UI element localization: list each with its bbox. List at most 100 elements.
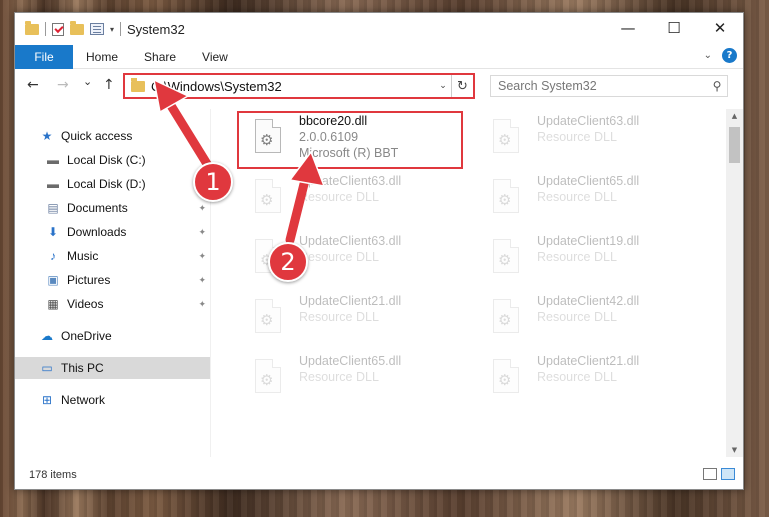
scroll-down-icon[interactable]: ▼: [726, 443, 743, 457]
file-item[interactable]: ⚙ UpdateClient21.dll Resource DLL: [251, 293, 481, 351]
folder-icon: [25, 20, 39, 35]
file-text: UpdateClient63.dll Resource DLL: [299, 173, 401, 231]
scroll-thumb[interactable]: [729, 127, 740, 163]
sidebar-item-network[interactable]: ⊞ Network: [15, 389, 210, 411]
file-item[interactable]: ⚙ UpdateClient65.dll Resource DLL: [489, 173, 719, 231]
file-name: UpdateClient63.dll: [537, 114, 640, 128]
recent-locations-button[interactable]: ⌄: [83, 75, 92, 88]
documents-icon: ▤: [47, 201, 59, 215]
sidebar-item-label: Documents: [67, 201, 128, 215]
file-item[interactable]: ⚙ UpdateClient65.dll Resource DLL: [251, 353, 481, 411]
minimize-button[interactable]: —: [605, 13, 651, 43]
sidebar-item-pictures[interactable]: ▣ Pictures ✦: [15, 269, 210, 291]
pin-icon[interactable]: ✦: [198, 275, 206, 286]
address-dropdown-icon[interactable]: ⌄: [435, 81, 451, 91]
file-item[interactable]: ⚙ UpdateClient21.dll Resource DLL: [489, 353, 719, 411]
dll-file-icon: ⚙: [489, 239, 523, 281]
tab-view[interactable]: View: [189, 45, 241, 69]
maximize-button[interactable]: ☐: [651, 13, 697, 43]
expand-ribbon-icon[interactable]: ⌄: [704, 50, 712, 61]
properties-icon[interactable]: [90, 23, 104, 35]
dll-file-icon: ⚙: [489, 359, 523, 401]
sidebar-item-quick-access[interactable]: ★ Quick access: [15, 125, 210, 147]
music-icon: ♪: [50, 249, 56, 263]
sidebar-item-music[interactable]: ♪ Music ✦: [15, 245, 210, 267]
help-icon[interactable]: ?: [722, 48, 737, 63]
step-badge-2: 2: [268, 242, 308, 282]
quick-access-toolbar: ▾: [15, 13, 122, 45]
file-item[interactable]: ⚙ UpdateClient42.dll Resource DLL: [489, 293, 719, 351]
file-detail: Resource DLL: [537, 190, 617, 204]
scroll-up-icon[interactable]: ▲: [726, 109, 743, 123]
properties-check-icon[interactable]: [52, 22, 64, 36]
file-detail: Resource DLL: [299, 190, 379, 204]
details-view-icon[interactable]: [703, 468, 717, 480]
network-icon: ⊞: [41, 393, 53, 407]
dll-file-icon: ⚙: [251, 359, 285, 401]
tiles-view-icon[interactable]: [721, 468, 735, 480]
file-item[interactable]: ⚙ UpdateClient19.dll Resource DLL: [489, 233, 719, 291]
new-folder-icon[interactable]: [70, 20, 84, 35]
file-name: UpdateClient19.dll: [537, 234, 640, 248]
tab-file[interactable]: File: [15, 44, 73, 69]
quick-access-icon: ★: [41, 129, 53, 143]
pin-icon[interactable]: ✦: [198, 203, 206, 214]
file-name: UpdateClient63.dll: [299, 174, 402, 188]
back-button[interactable]: ←: [27, 77, 39, 93]
file-item[interactable]: ⚙ UpdateClient63.dll Resource DLL: [489, 113, 719, 171]
pin-icon[interactable]: ✦: [198, 251, 206, 262]
refresh-button[interactable]: ↻: [451, 75, 473, 97]
file-text: UpdateClient65.dll Resource DLL: [299, 353, 401, 411]
address-bar[interactable]: C:\Windows\System32 ⌄ ↻: [123, 73, 475, 99]
file-name: UpdateClient65.dll: [537, 174, 640, 188]
dll-file-icon: ⚙: [251, 179, 285, 221]
sidebar-item-label: Videos: [67, 297, 104, 311]
window-controls: — ☐ ✕: [605, 13, 743, 43]
up-button[interactable]: ↑: [103, 77, 115, 93]
folder-icon: [131, 77, 145, 92]
sidebar-item-onedrive[interactable]: ☁ OneDrive: [15, 325, 210, 347]
close-button[interactable]: ✕: [697, 13, 743, 43]
local-disk-d-icon: ▬: [47, 177, 59, 191]
tab-share[interactable]: Share: [131, 45, 189, 69]
search-icon[interactable]: ⚲: [707, 79, 727, 93]
videos-icon: ▦: [47, 297, 59, 311]
sidebar-item-this-pc[interactable]: ▭ This PC: [15, 357, 210, 379]
downloads-icon: ⬇: [47, 225, 59, 239]
customize-toolbar-icon[interactable]: ▾: [110, 25, 114, 34]
file-detail: Resource DLL: [537, 250, 617, 264]
sidebar-item-documents[interactable]: ▤ Documents ✦: [15, 197, 210, 219]
dll-file-icon: ⚙: [489, 119, 523, 161]
step-badge-1: 1: [193, 162, 233, 202]
sidebar-item-local-disk-c[interactable]: ▬ Local Disk (C:) ✦: [15, 149, 210, 171]
file-detail: Resource DLL: [537, 310, 617, 324]
sidebar-item-label: Local Disk (C:): [67, 153, 146, 167]
sidebar-item-label: Local Disk (D:): [67, 177, 146, 191]
file-detail: Resource DLL: [537, 370, 617, 384]
file-text: UpdateClient19.dll Resource DLL: [537, 233, 639, 291]
dll-file-icon: ⚙: [489, 179, 523, 221]
file-item[interactable]: ⚙ UpdateClient63.dll Resource DLL: [251, 173, 481, 231]
search-input[interactable]: Search System32: [498, 79, 707, 93]
file-name: UpdateClient21.dll: [537, 354, 640, 368]
local-disk-c-icon: ▬: [47, 153, 59, 167]
vertical-scrollbar[interactable]: ▲ ▼: [726, 109, 743, 457]
address-path[interactable]: C:\Windows\System32: [151, 79, 435, 94]
sidebar-item-label: Pictures: [67, 273, 111, 287]
file-detail: Resource DLL: [537, 130, 617, 144]
file-text: UpdateClient63.dll Resource DLL: [537, 113, 639, 171]
search-box[interactable]: Search System32 ⚲: [490, 75, 728, 97]
sidebar-item-label: Music: [67, 249, 99, 263]
toolbar-separator: [45, 22, 46, 36]
pin-icon[interactable]: ✦: [198, 227, 206, 238]
dll-file-icon: ⚙: [489, 299, 523, 341]
gear-icon: ⚙: [498, 371, 512, 389]
sidebar-item-local-disk-d[interactable]: ▬Local Disk (D:)✦: [15, 173, 210, 195]
pin-icon[interactable]: ✦: [198, 299, 206, 310]
file-name: UpdateClient65.dll: [299, 354, 402, 368]
tab-home[interactable]: Home: [73, 45, 131, 69]
sidebar-item-videos[interactable]: ▦ Videos ✦: [15, 293, 210, 315]
sidebar-item-downloads[interactable]: ⬇ Downloads ✦: [15, 221, 210, 243]
forward-button[interactable]: →: [57, 77, 69, 93]
file-explorer-window: ▾ System32 — ☐ ✕ File Home Share View ⌄ …: [14, 12, 744, 490]
